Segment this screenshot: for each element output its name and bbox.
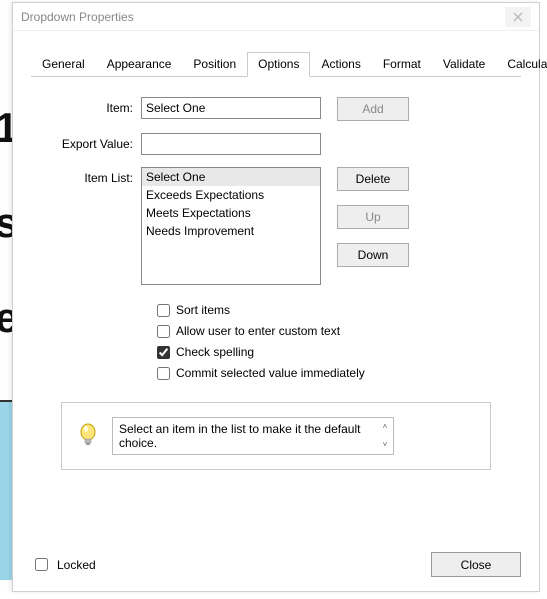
item-input[interactable] bbox=[141, 97, 321, 119]
sort-items-checkbox[interactable] bbox=[157, 304, 170, 317]
chevron-up-icon: ˄ bbox=[383, 420, 388, 434]
export-value-input[interactable] bbox=[141, 133, 321, 155]
window-title: Dropdown Properties bbox=[21, 10, 134, 24]
check-spelling-check[interactable]: Check spelling bbox=[157, 345, 511, 359]
tab-position[interactable]: Position bbox=[182, 52, 247, 77]
tab-bar: General Appearance Position Options Acti… bbox=[31, 51, 521, 77]
item-label: Item: bbox=[41, 97, 141, 115]
sort-items-label: Sort items bbox=[176, 303, 230, 317]
chevron-down-icon: ˅ bbox=[383, 438, 388, 452]
commit-check[interactable]: Commit selected value immediately bbox=[157, 366, 511, 380]
close-icon bbox=[513, 12, 523, 22]
tab-validate[interactable]: Validate bbox=[432, 52, 496, 77]
item-list-label: Item List: bbox=[41, 167, 141, 185]
locked-check[interactable]: Locked bbox=[31, 555, 96, 574]
commit-checkbox[interactable] bbox=[157, 367, 170, 380]
tab-actions[interactable]: Actions bbox=[310, 52, 371, 77]
list-item[interactable]: Meets Expectations bbox=[142, 204, 320, 222]
tab-appearance[interactable]: Appearance bbox=[96, 52, 183, 77]
dropdown-properties-dialog: Dropdown Properties General Appearance P… bbox=[12, 2, 540, 592]
check-spelling-checkbox[interactable] bbox=[157, 346, 170, 359]
tab-options[interactable]: Options bbox=[247, 52, 310, 77]
locked-checkbox[interactable] bbox=[35, 558, 48, 571]
sort-items-check[interactable]: Sort items bbox=[157, 303, 511, 317]
export-value-label: Export Value: bbox=[41, 133, 141, 151]
titlebar: Dropdown Properties bbox=[13, 3, 539, 31]
up-button[interactable]: Up bbox=[337, 205, 409, 229]
tab-format[interactable]: Format bbox=[372, 52, 432, 77]
tab-calculate[interactable]: Calculate bbox=[496, 52, 547, 77]
delete-button[interactable]: Delete bbox=[337, 167, 409, 191]
list-item[interactable]: Exceeds Expectations bbox=[142, 186, 320, 204]
list-item[interactable]: Select One bbox=[142, 168, 320, 186]
dialog-footer: Locked Close bbox=[13, 538, 539, 591]
checkbox-group: Sort items Allow user to enter custom te… bbox=[157, 303, 511, 380]
hint-text-box[interactable]: Select an item in the list to make it th… bbox=[112, 417, 394, 455]
window-close-button[interactable] bbox=[505, 7, 531, 27]
close-button[interactable]: Close bbox=[431, 552, 521, 577]
allow-custom-check[interactable]: Allow user to enter custom text bbox=[157, 324, 511, 338]
add-button[interactable]: Add bbox=[337, 97, 409, 121]
allow-custom-checkbox[interactable] bbox=[157, 325, 170, 338]
commit-label: Commit selected value immediately bbox=[176, 366, 365, 380]
tab-general[interactable]: General bbox=[31, 52, 96, 77]
down-button[interactable]: Down bbox=[337, 243, 409, 267]
list-item[interactable]: Needs Improvement bbox=[142, 222, 320, 240]
item-list-box[interactable]: Select One Exceeds Expectations Meets Ex… bbox=[141, 167, 321, 285]
hint-spinner[interactable]: ˄ ˅ bbox=[379, 420, 391, 452]
check-spelling-label: Check spelling bbox=[176, 345, 254, 359]
locked-label: Locked bbox=[57, 558, 96, 572]
hint-box: Select an item in the list to make it th… bbox=[61, 402, 491, 470]
hint-text: Select an item in the list to make it th… bbox=[119, 422, 360, 450]
lightbulb-icon bbox=[78, 422, 98, 450]
allow-custom-label: Allow user to enter custom text bbox=[176, 324, 340, 338]
